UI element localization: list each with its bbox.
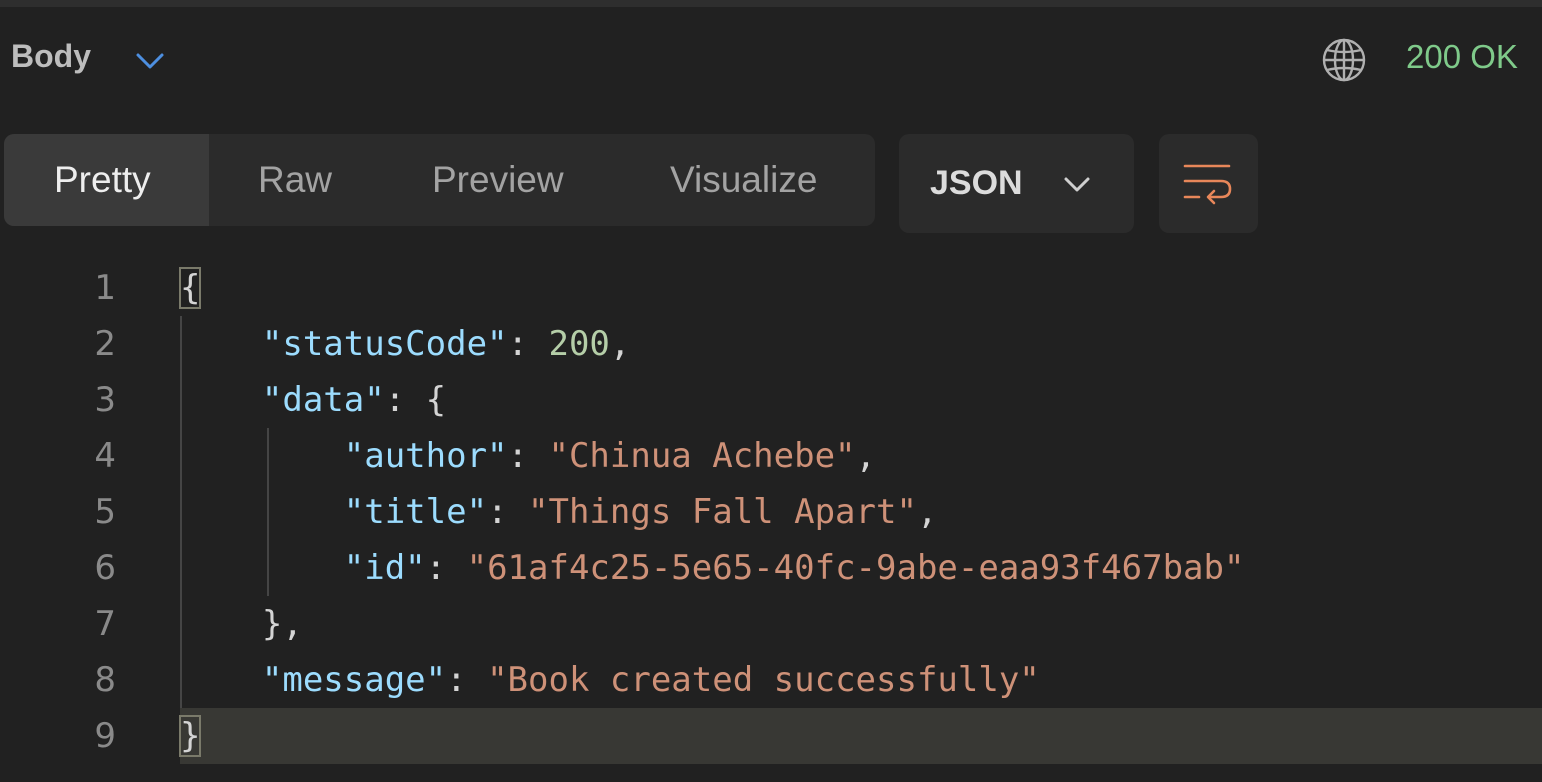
code-token: "data"	[261, 380, 385, 420]
tab-pretty[interactable]: Pretty	[4, 134, 209, 226]
format-dropdown[interactable]: JSON	[899, 134, 1134, 233]
code-token: "message"	[261, 660, 447, 700]
code-token: "title"	[343, 492, 488, 532]
code-token: ,	[609, 324, 631, 364]
code-text: {	[178, 260, 202, 316]
code-text: "message": "Book created successfully"	[180, 652, 1040, 708]
top-divider	[0, 0, 1542, 7]
line-number: 9	[94, 716, 116, 756]
wrap-lines-button[interactable]	[1159, 134, 1258, 233]
code-text: }	[178, 708, 202, 764]
line-number: 4	[94, 436, 116, 476]
code-text: "author": "Chinua Achebe",	[180, 428, 876, 484]
code-token: "61af4c25-5e65-40fc-9abe-eaa93f467bab"	[466, 548, 1245, 588]
body-section-label[interactable]: Body	[11, 38, 91, 75]
code-token: : {	[384, 380, 447, 420]
line-number: 8	[94, 660, 116, 700]
code-token: "Things Fall Apart"	[528, 492, 917, 532]
status-code-badge[interactable]: 200 OK	[1406, 38, 1518, 76]
line-number: 2	[94, 324, 116, 364]
code-token: 200	[548, 324, 610, 364]
code-token: "statusCode"	[261, 324, 508, 364]
code-token: :	[507, 324, 549, 364]
code-text: },	[180, 596, 303, 652]
code-line: 5 "title": "Things Fall Apart",	[0, 484, 1542, 540]
tab-raw[interactable]: Raw	[258, 134, 332, 226]
code-line: 8 "message": "Book created successfully"	[0, 652, 1542, 708]
code-token: "id"	[343, 548, 426, 588]
line-number: 1	[94, 268, 116, 308]
line-number: 7	[94, 604, 116, 644]
code-line: 9}	[94, 708, 1542, 764]
response-view-tabs: Pretty Raw Preview Visualize	[4, 134, 875, 226]
code-text: "title": "Things Fall Apart",	[180, 484, 938, 540]
code-token: :	[487, 492, 529, 532]
code-token: ,	[855, 436, 877, 476]
code-token: ,	[916, 492, 938, 532]
code-token: :	[507, 436, 549, 476]
line-number: 5	[94, 492, 116, 532]
code-text: "id": "61af4c25-5e65-40fc-9abe-eaa93f467…	[180, 540, 1245, 596]
code-line: 1{	[0, 260, 1542, 316]
code-line: 4 "author": "Chinua Achebe",	[0, 428, 1542, 484]
code-token: {	[178, 267, 202, 309]
code-line: 3 "data": {	[0, 372, 1542, 428]
line-number: 3	[94, 380, 116, 420]
tab-preview[interactable]: Preview	[432, 134, 564, 226]
code-text: "statusCode": 200,	[180, 316, 631, 372]
globe-icon[interactable]	[1320, 36, 1368, 84]
code-token: "author"	[343, 436, 508, 476]
line-number: 6	[94, 548, 116, 588]
wrap-lines-icon	[1183, 164, 1232, 205]
code-token: :	[446, 660, 488, 700]
code-token: :	[425, 548, 467, 588]
chevron-down-icon	[1064, 177, 1090, 192]
tab-visualize[interactable]: Visualize	[670, 134, 817, 226]
code-token: },	[180, 604, 303, 644]
code-line: 2 "statusCode": 200,	[0, 316, 1542, 372]
format-selected-value: JSON	[930, 164, 1023, 202]
code-line: 6 "id": "61af4c25-5e65-40fc-9abe-eaa93f4…	[0, 540, 1542, 596]
code-token: }	[178, 715, 202, 757]
code-token: "Chinua Achebe"	[548, 436, 856, 476]
code-line: 7 },	[0, 596, 1542, 652]
chevron-down-icon[interactable]	[134, 44, 166, 76]
code-text: "data": {	[180, 372, 446, 428]
response-body-editor[interactable]: 1{2 "statusCode": 200, 3 "data": {4 "auth…	[0, 260, 1542, 782]
code-token: "Book created successfully"	[487, 660, 1040, 700]
